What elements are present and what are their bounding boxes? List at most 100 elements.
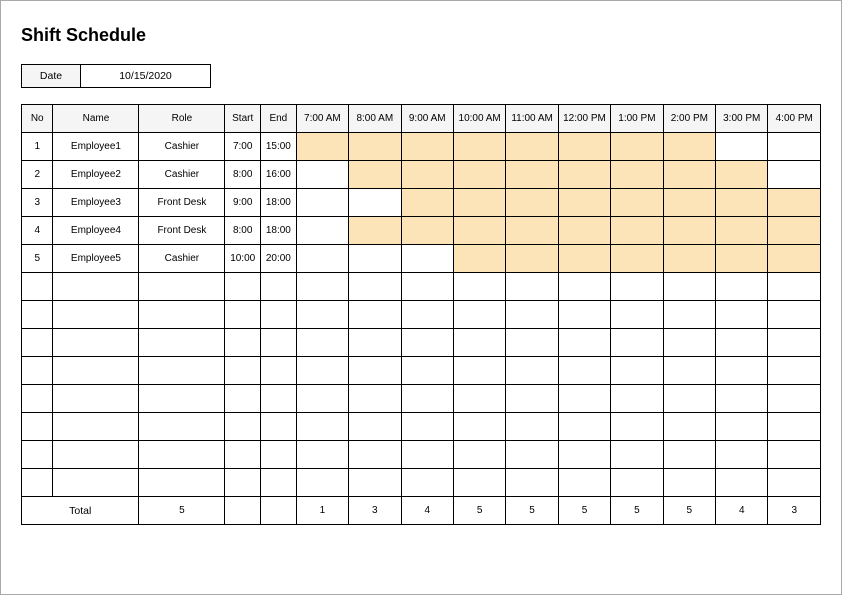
cell-hour: [349, 217, 401, 245]
cell-empty: [261, 441, 297, 469]
cell-hour: [663, 161, 715, 189]
header-hour: 11:00 AM: [506, 105, 558, 133]
cell-empty: [53, 441, 139, 469]
cell-hour: [611, 161, 663, 189]
cell-empty: [558, 357, 610, 385]
cell-empty: [225, 441, 261, 469]
cell-hour: [296, 189, 348, 217]
table-row-empty: [22, 357, 821, 385]
cell-hour: [611, 217, 663, 245]
cell-empty: [139, 469, 225, 497]
cell-empty: [558, 273, 610, 301]
cell-empty: [611, 469, 663, 497]
cell-empty: [663, 413, 715, 441]
cell-empty: [22, 273, 53, 301]
date-value: 10/15/2020: [81, 64, 211, 88]
cell-empty: [506, 273, 558, 301]
cell-role: Front Desk: [139, 189, 225, 217]
cell-empty: [225, 413, 261, 441]
cell-empty: [506, 469, 558, 497]
cell-empty: [53, 469, 139, 497]
cell-hour: [611, 189, 663, 217]
cell-empty: [225, 273, 261, 301]
page: Shift Schedule Date 10/15/2020 No Name R…: [0, 0, 842, 595]
header-hour: 10:00 AM: [453, 105, 505, 133]
table-row-empty: [22, 441, 821, 469]
cell-hour: [401, 189, 453, 217]
cell-empty: [349, 301, 401, 329]
cell-empty: [139, 413, 225, 441]
cell-empty: [53, 301, 139, 329]
table-row: 5Employee5Cashier10:0020:00: [22, 245, 821, 273]
cell-empty: [716, 357, 768, 385]
cell-empty: [139, 301, 225, 329]
cell-empty: [53, 385, 139, 413]
total-hour: 5: [558, 497, 610, 525]
total-hour: 5: [663, 497, 715, 525]
table-row-empty: [22, 273, 821, 301]
cell-empty: [139, 441, 225, 469]
cell-empty: [716, 441, 768, 469]
table-row: 2Employee2Cashier8:0016:00: [22, 161, 821, 189]
cell-empty: [453, 413, 505, 441]
cell-empty: [716, 385, 768, 413]
cell-empty: [453, 357, 505, 385]
cell-role: Front Desk: [139, 217, 225, 245]
cell-empty: [225, 329, 261, 357]
cell-hour: [453, 161, 505, 189]
cell-hour: [768, 245, 821, 273]
cell-empty: [506, 357, 558, 385]
cell-empty: [225, 385, 261, 413]
cell-empty: [225, 357, 261, 385]
cell-empty: [401, 301, 453, 329]
cell-hour: [558, 161, 610, 189]
cell-empty: [558, 329, 610, 357]
cell-empty: [506, 301, 558, 329]
cell-role: Cashier: [139, 161, 225, 189]
cell-empty: [768, 441, 821, 469]
header-hour: 3:00 PM: [716, 105, 768, 133]
cell-hour: [296, 245, 348, 273]
cell-name: Employee1: [53, 133, 139, 161]
cell-no: 1: [22, 133, 53, 161]
header-end: End: [261, 105, 297, 133]
cell-hour: [349, 189, 401, 217]
cell-hour: [453, 217, 505, 245]
cell-empty: [296, 329, 348, 357]
cell-role: Cashier: [139, 133, 225, 161]
cell-empty: [663, 441, 715, 469]
header-hour: 9:00 AM: [401, 105, 453, 133]
cell-hour: [401, 133, 453, 161]
total-hour: 3: [349, 497, 401, 525]
total-hour: 4: [716, 497, 768, 525]
cell-empty: [663, 469, 715, 497]
cell-empty: [768, 273, 821, 301]
date-box: Date 10/15/2020: [21, 64, 821, 88]
total-row: Total51345555543: [22, 497, 821, 525]
cell-no: 3: [22, 189, 53, 217]
table-row: 1Employee1Cashier7:0015:00: [22, 133, 821, 161]
cell-hour: [663, 245, 715, 273]
total-hour: 3: [768, 497, 821, 525]
header-hour: 12:00 PM: [558, 105, 610, 133]
cell-empty: [558, 413, 610, 441]
cell-start: 8:00: [225, 161, 261, 189]
cell-start: 8:00: [225, 217, 261, 245]
cell-empty: [453, 273, 505, 301]
cell-empty: [53, 329, 139, 357]
cell-empty: [506, 441, 558, 469]
cell-empty: [611, 301, 663, 329]
table-row-empty: [22, 329, 821, 357]
cell-empty: [558, 301, 610, 329]
cell-hour: [663, 217, 715, 245]
cell-hour: [453, 133, 505, 161]
cell-empty: [768, 469, 821, 497]
cell-empty: [663, 385, 715, 413]
cell-hour: [558, 189, 610, 217]
cell-hour: [611, 245, 663, 273]
cell-role: Cashier: [139, 245, 225, 273]
cell-empty: [261, 469, 297, 497]
table-row-empty: [22, 469, 821, 497]
cell-empty: [401, 441, 453, 469]
header-role: Role: [139, 105, 225, 133]
